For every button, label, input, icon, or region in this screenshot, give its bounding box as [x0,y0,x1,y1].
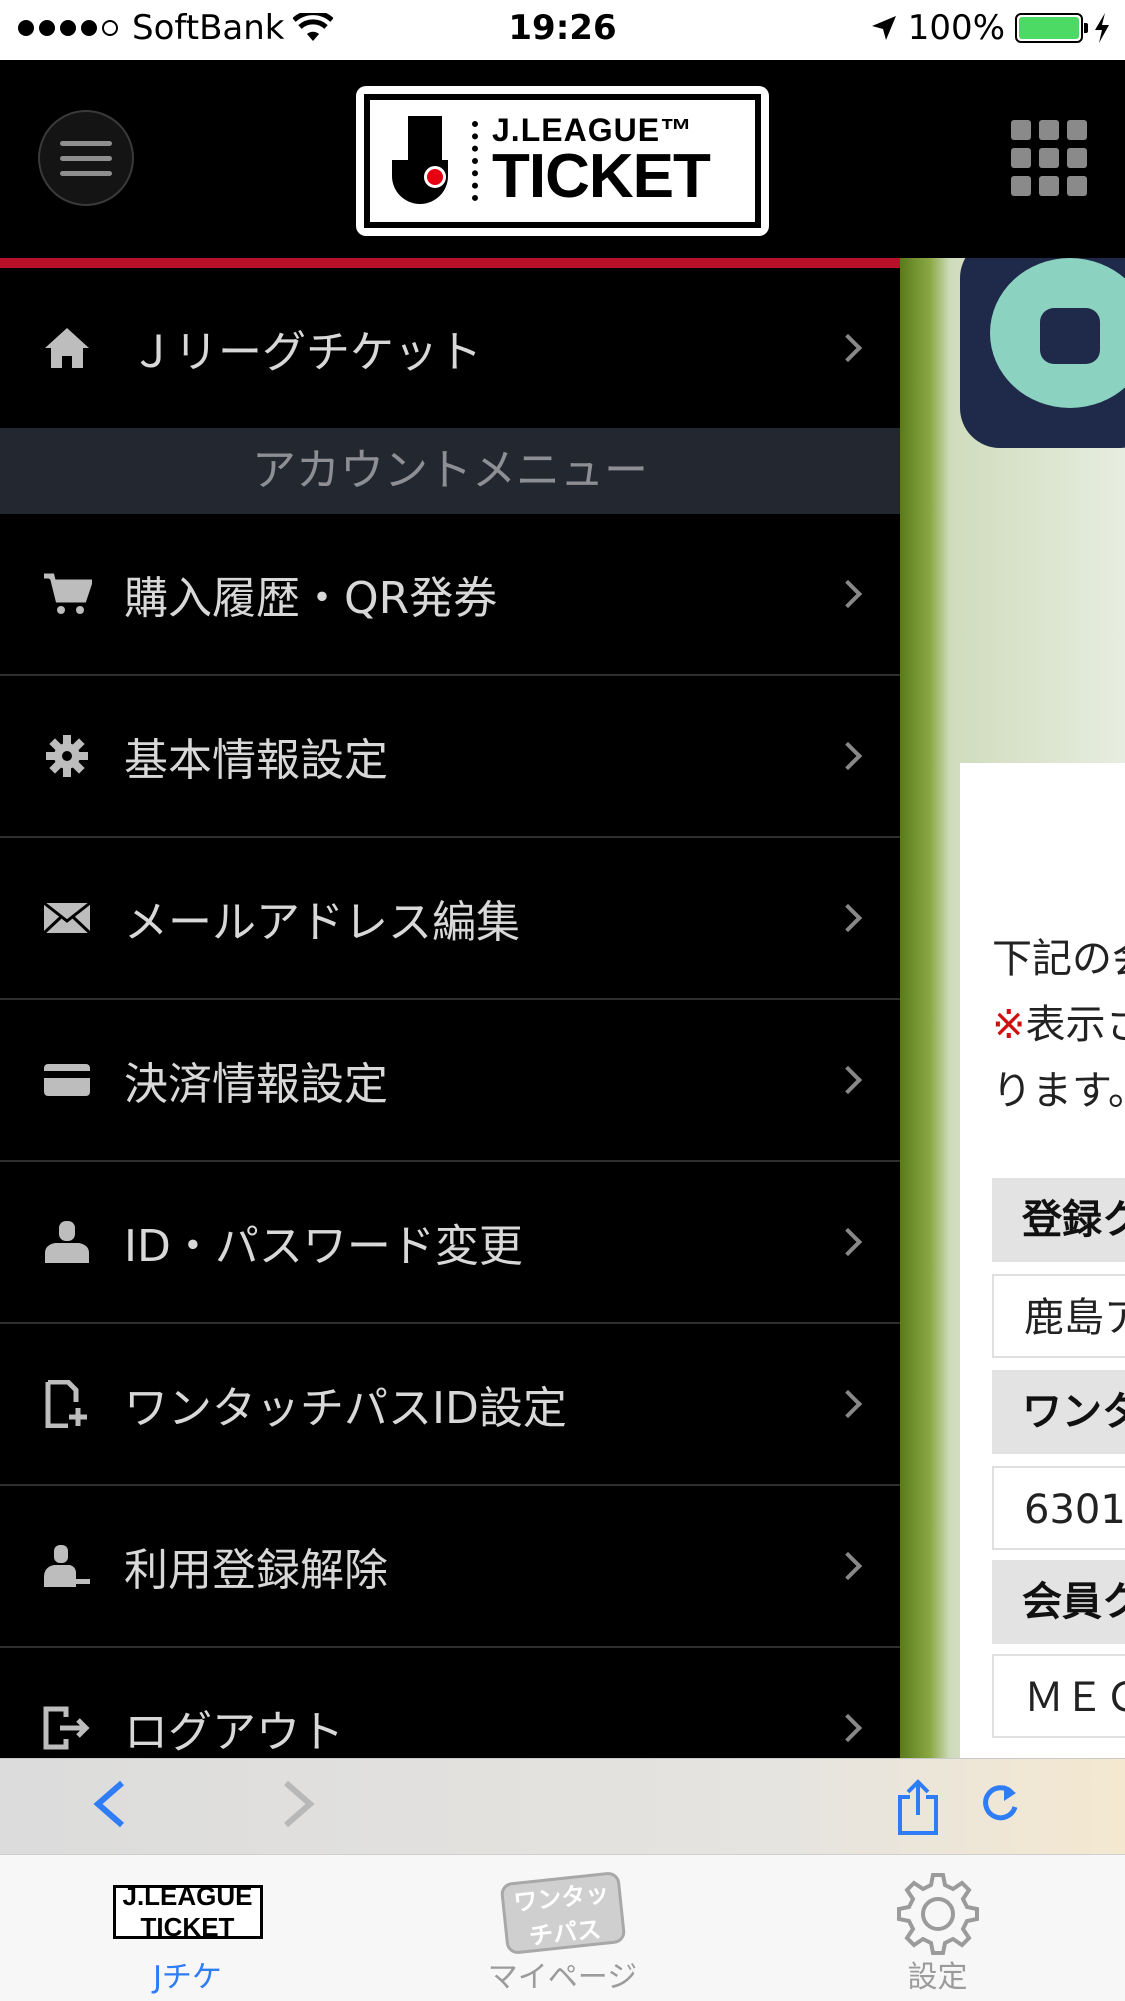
tab-settings[interactable]: 設定 [750,1855,1125,2001]
battery-percent: 100% [907,8,1005,48]
drawer-item-jleague-ticket[interactable]: Ｊリーグチケット [0,268,900,428]
envelope-icon [36,893,98,943]
chevron-right-icon [833,1389,863,1419]
drawer-item-label: 購入履歴・QR発券 [124,573,498,624]
page-content-peek[interactable]: 下記の会 ※表示さ ります。 登録ク 鹿島ア ワンタ 6301 会員ク ＭＥＣ [900,258,1125,1758]
drawer-item-label: 決済情報設定 [124,1059,388,1110]
user-remove-icon [36,1541,98,1591]
info-table-header: 会員ク [992,1560,1125,1644]
chevron-right-icon [833,579,863,609]
hamburger-line [60,140,112,146]
status-bar: SoftBank 19:26 100% [0,0,1125,60]
drawer-item-unregister[interactable]: 利用登録解除 [0,1486,900,1648]
hamburger-line [60,170,112,176]
logout-icon [36,1703,98,1753]
logo-line2: TICKET [492,142,711,211]
browser-toolbar [0,1758,1125,1854]
notice-text: 表示さ [1025,1002,1125,1048]
drawer-accent-line [0,258,900,268]
drawer-item-label: ワンタッチパスID設定 [124,1383,567,1434]
tab-mypage[interactable]: ワンタッチパス マイページ [375,1855,750,2001]
notice-mark: ※ [992,1002,1026,1048]
hamburger-menu-button[interactable] [38,110,134,206]
drawer-item-label: ログアウト [124,1707,344,1758]
info-table-header: ワンタ [992,1370,1125,1454]
file-add-icon [36,1379,98,1429]
drawer-item-label: Ｊリーグチケット [130,327,482,378]
notice-text-line: ります。 [992,1068,1125,1114]
battery-icon [1015,13,1088,43]
info-table-value: 6301 [992,1466,1125,1550]
user-icon [36,1217,98,1267]
home-icon [36,323,98,373]
account-menu-header: アカウントメニュー [0,428,900,514]
info-table-value: ＭＥＣ [992,1654,1125,1738]
chevron-right-icon [833,903,863,933]
gear-icon [893,1869,983,1959]
drawer-item-purchase-history[interactable]: 購入履歴・QR発券 [0,514,900,676]
forward-button[interactable] [268,1779,328,1835]
notice-text-line: ※表示さ [992,992,1125,1050]
chevron-right-icon [833,1551,863,1581]
jleague-emblem-icon [392,116,462,206]
jticket-tab-icon: J.LEAGUE TICKET [112,1881,263,1942]
drawer-item-payment-settings[interactable]: 決済情報設定 [0,1000,900,1162]
back-button[interactable] [80,1779,140,1835]
apps-grid-button[interactable] [1011,120,1087,196]
chevron-right-icon [833,1227,863,1257]
app-header: J.LEAGUE™ TICKET [0,60,1125,258]
share-button[interactable] [888,1779,948,1835]
tab-label: マイページ [487,1960,638,1995]
tab-label: Jチケ [153,1960,222,1995]
jleague-ticket-logo[interactable]: J.LEAGUE™ TICKET [356,86,769,236]
reload-button[interactable] [970,1779,1030,1835]
status-right: 100% [870,8,1111,48]
chevron-right-icon [833,1065,863,1095]
gear-icon [36,731,98,781]
credit-card-icon [36,1055,98,1105]
cart-icon [36,569,98,619]
tab-bar: J.LEAGUE TICKET Jチケ ワンタッチパス マイページ 設定 [0,1854,1125,2001]
chevron-right-icon [833,333,863,363]
info-table-header: 登録ク [992,1178,1125,1262]
drawer-item-label: 基本情報設定 [124,735,388,786]
location-arrow-icon [871,16,896,40]
share-icon [898,1779,938,1835]
chevron-right-icon [833,1713,863,1743]
hamburger-line [60,155,112,161]
drawer-item-email-edit[interactable]: メールアドレス編集 [0,838,900,1000]
drawer-item-basic-settings[interactable]: 基本情報設定 [0,676,900,838]
drawer-item-label: メールアドレス編集 [124,897,520,948]
drawer-item-onetouch-pass[interactable]: ワンタッチパスID設定 [0,1324,900,1486]
soccer-ball-icon [960,258,1125,448]
onetouch-pass-icon: ワンタッチパス [499,1870,626,1956]
chevron-right-icon [284,1780,315,1828]
tab-label: 設定 [907,1960,968,1995]
side-drawer: Ｊリーグチケット アカウントメニュー 購入履歴・QR発券 基本情報設定 メールア… [0,258,900,1810]
notice-text-line: 下記の会 [992,936,1125,982]
drawer-item-label: 利用登録解除 [124,1545,388,1596]
tab-jticket[interactable]: J.LEAGUE TICKET Jチケ [0,1855,375,2001]
drawer-item-label: ID・パスワード変更 [124,1221,523,1272]
charging-bolt-icon [1095,13,1109,43]
chevron-left-icon [93,1780,124,1828]
info-table-value: 鹿島ア [992,1274,1125,1358]
reload-icon [983,1785,1018,1821]
chevron-right-icon [833,741,863,771]
drawer-item-id-password[interactable]: ID・パスワード変更 [0,1162,900,1324]
